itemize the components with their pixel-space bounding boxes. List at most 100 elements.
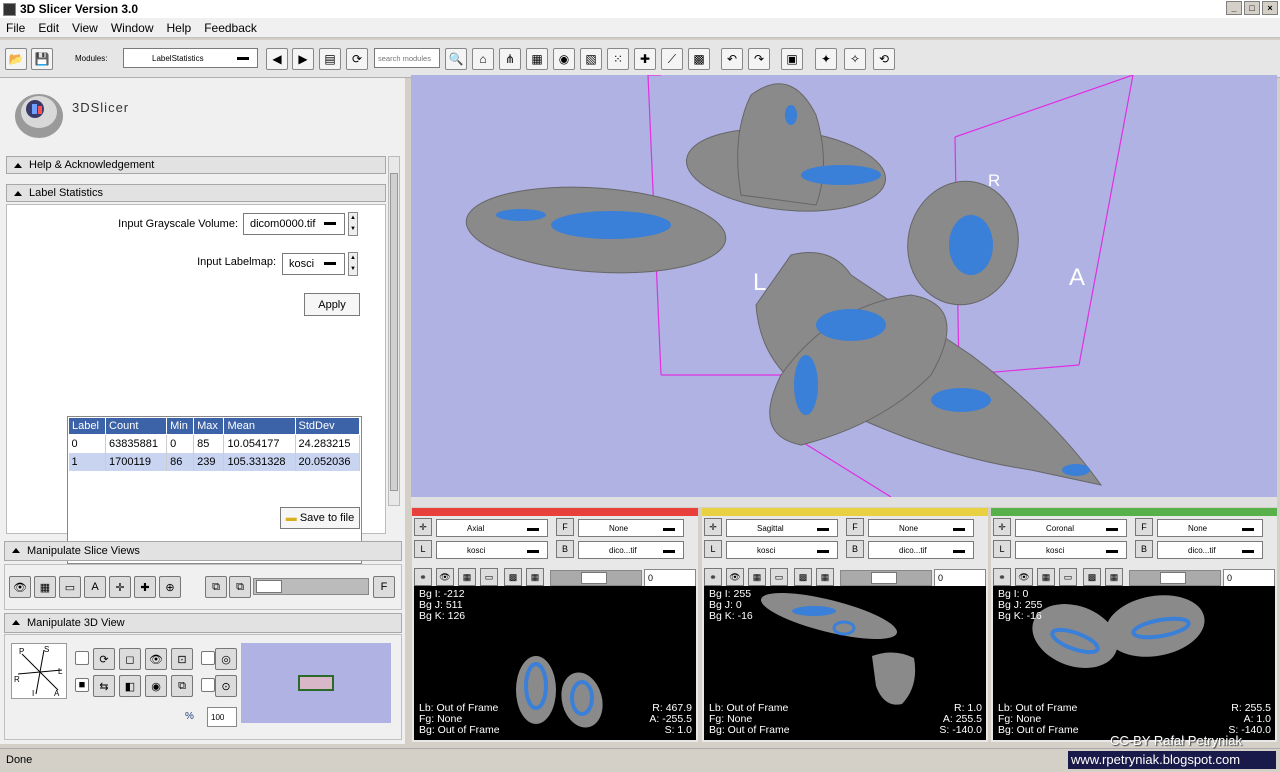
slice-view-coronal[interactable]: Bg I: 0 Bg J: 255 Bg K: -16 Lb: Out of F… (993, 586, 1275, 740)
open-data-icon[interactable]: 📂 (5, 48, 27, 70)
redo-icon[interactable]: ↷ (748, 48, 770, 70)
help-section-header[interactable]: Help & Acknowledgement (6, 156, 386, 174)
color-icon[interactable]: ◧ (119, 675, 141, 697)
data-tree-icon[interactable]: ⋔ (499, 48, 521, 70)
menu-file[interactable]: File (0, 21, 32, 35)
eye-icon[interactable]: 👁 (436, 568, 454, 586)
module-history-icon[interactable]: ▤ (319, 48, 341, 70)
save-data-icon[interactable]: 💾 (31, 48, 53, 70)
layers-icon[interactable]: ⧉ (171, 675, 193, 697)
fg-select[interactable]: None (868, 519, 974, 537)
stereo-checkbox[interactable]: ■ (75, 678, 89, 692)
monitor-icon[interactable]: ▭ (1059, 568, 1077, 586)
monitor-icon[interactable]: ▭ (480, 568, 498, 586)
crosshair-icon[interactable]: ✛ (704, 518, 722, 536)
rock-checkbox[interactable] (201, 651, 215, 665)
bg-select[interactable]: dico...tif (868, 541, 974, 559)
orientation-compass[interactable]: P S L R I A (11, 643, 67, 699)
reset-view-icon[interactable]: ⊙ (215, 675, 237, 697)
label-stats-section-header[interactable]: Label Statistics (6, 184, 386, 202)
look-from-icon[interactable]: ⇆ (93, 675, 115, 697)
menu-view[interactable]: View (66, 21, 105, 35)
eye-icon[interactable]: 👁 (145, 648, 167, 670)
slice-views-section-header[interactable]: Manipulate Slice Views (4, 541, 402, 561)
home-icon[interactable]: ⌂ (472, 48, 494, 70)
models-icon[interactable]: ◉ (553, 48, 575, 70)
orientation-select[interactable]: Coronal (1015, 519, 1127, 537)
col-stddev[interactable]: StdDev (294, 417, 361, 435)
annotation-icon[interactable]: A (84, 576, 106, 598)
left-panel-scrollbar[interactable] (388, 156, 400, 506)
menu-window[interactable]: Window (105, 21, 161, 35)
spatial-unit-icon[interactable]: ✚ (134, 576, 156, 598)
search-icon[interactable]: 🔍 (445, 48, 467, 70)
slice-slider[interactable] (840, 570, 932, 586)
transforms-icon[interactable]: ▧ (580, 48, 602, 70)
navigator-viewport[interactable] (298, 675, 334, 691)
monitor-icon[interactable]: ▭ (770, 568, 788, 586)
bg-layer-icon[interactable]: B (846, 540, 864, 558)
mouse-rotate-icon[interactable]: ⟲ (873, 48, 895, 70)
opacity-slider[interactable] (253, 578, 369, 595)
label-layer-icon[interactable]: L (414, 540, 432, 558)
grayscale-spinner[interactable]: ▲ ▼ (348, 212, 358, 236)
crosshair-icon[interactable]: ✛ (414, 518, 432, 536)
module-select[interactable]: LabelStatistics (123, 48, 258, 68)
slice-color-bar[interactable] (702, 508, 988, 516)
view-splitter[interactable] (411, 497, 1277, 507)
rotate-icon[interactable]: ⟳ (93, 648, 115, 670)
refresh-module-icon[interactable]: ⟳ (346, 48, 368, 70)
fg-select[interactable]: None (578, 519, 684, 537)
slice-slider[interactable] (1129, 570, 1221, 586)
menu-help[interactable]: Help (161, 21, 199, 35)
grayscale-volume-select[interactable]: dicom0000.tif (243, 213, 345, 235)
slider-thumb[interactable] (871, 572, 897, 584)
fg-icon[interactable]: ⧉ (205, 576, 227, 598)
lightbox-icon[interactable]: ▦ (816, 568, 834, 586)
mouse-place-icon[interactable]: ✧ (844, 48, 866, 70)
col-mean[interactable]: Mean (223, 417, 296, 435)
bg-select[interactable]: dico...tif (578, 541, 684, 559)
apply-button[interactable]: Apply (304, 293, 360, 316)
table-row[interactable]: 1 1700119 86 239 105.331328 20.052036 (68, 452, 361, 471)
eye-icon[interactable]: 👁 (726, 568, 744, 586)
col-max[interactable]: Max (193, 417, 225, 435)
layout-icon[interactable]: ▣ (781, 48, 803, 70)
slice-view-axial[interactable]: Bg I: -212 Bg J: 511 Bg K: 126 Lb: Out o… (414, 586, 696, 740)
menu-feedback[interactable]: Feedback (198, 21, 264, 35)
crosshair-icon[interactable]: ✛ (109, 576, 131, 598)
view3d-navigator[interactable] (241, 643, 391, 723)
bg-layer-icon[interactable]: B (556, 540, 574, 558)
fg-layer-icon[interactable]: F (556, 518, 574, 536)
monitor-icon[interactable]: ▭ (59, 576, 81, 598)
label-select[interactable]: kosci (436, 541, 548, 559)
fg-layer-icon[interactable]: F (846, 518, 864, 536)
orientation-select[interactable]: Axial (436, 519, 548, 537)
grid-icon[interactable]: ▦ (34, 576, 56, 598)
mouse-pick-icon[interactable]: ✦ (815, 48, 837, 70)
link-icon[interactable]: ⚭ (704, 568, 722, 586)
label-select[interactable]: kosci (726, 541, 838, 559)
slice-view-sagittal[interactable]: Bg I: 255 Bg J: 0 Bg K: -16 Lb: Out of F… (704, 586, 986, 740)
undo-icon[interactable]: ↶ (721, 48, 743, 70)
link-icon[interactable]: ⚭ (993, 568, 1011, 586)
slice-offset-input[interactable]: 0 (1223, 569, 1275, 587)
slider-thumb[interactable] (1160, 572, 1186, 584)
lightbox-icon[interactable]: ▦ (526, 568, 544, 586)
bg-layer-icon[interactable]: B (1135, 540, 1153, 558)
col-label[interactable]: Label (67, 417, 107, 435)
fg-select[interactable]: None (1157, 519, 1263, 537)
cube-icon[interactable]: ◻ (119, 648, 141, 670)
ortho-checkbox[interactable] (201, 678, 215, 692)
slice-offset-input[interactable]: 0 (934, 569, 986, 587)
labelmap-spinner[interactable]: ▲ ▼ (348, 252, 358, 276)
fg-layer-icon[interactable]: F (1135, 518, 1153, 536)
search-modules-input[interactable]: search modules (374, 48, 440, 68)
label-layer-icon[interactable]: L (704, 540, 722, 558)
save-to-file-button[interactable]: ▬ Save to file (280, 507, 360, 529)
close-button[interactable]: × (1262, 1, 1278, 15)
labelmap-select[interactable]: kosci (282, 253, 345, 275)
fiducials-icon[interactable]: ⁙ (607, 48, 629, 70)
orientation-select[interactable]: Sagittal (726, 519, 838, 537)
center-icon[interactable]: ⊡ (171, 648, 193, 670)
